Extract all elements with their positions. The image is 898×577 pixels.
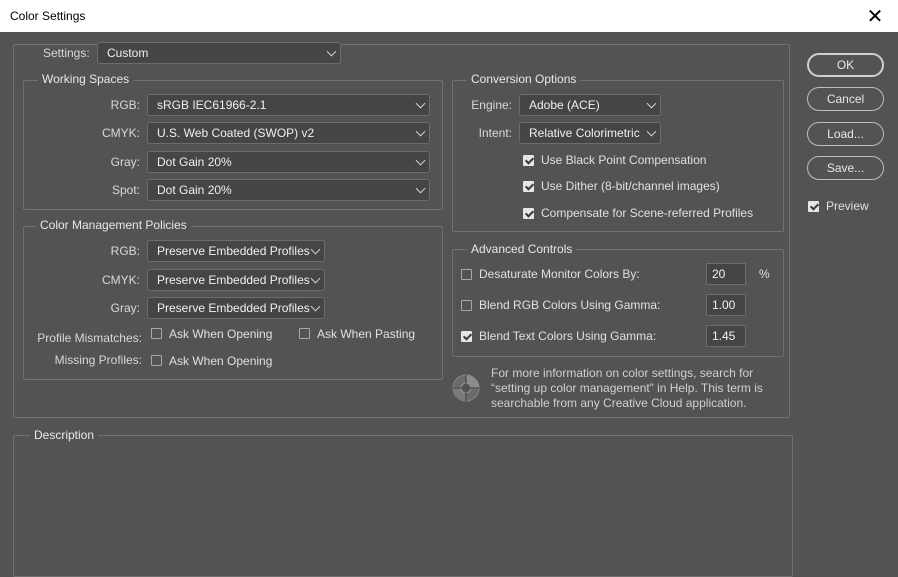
ws-spot-label: Spot: — [111, 183, 140, 197]
desaturate-unit: % — [759, 267, 770, 281]
missing-opening-checkbox[interactable] — [151, 355, 162, 366]
window-title: Color Settings — [10, 9, 86, 23]
chevron-down-icon — [415, 98, 426, 109]
load-button[interactable]: Load... — [807, 122, 884, 146]
desaturate-input[interactable]: 20 — [706, 263, 746, 285]
missing-profiles-label: Missing Profiles: — [54, 353, 142, 367]
missing-opening-label: Ask When Opening — [169, 354, 273, 368]
desaturate-label: Desaturate Monitor Colors By: — [479, 267, 640, 281]
pol-gray-label: Gray: — [110, 301, 140, 315]
save-button[interactable]: Save... — [807, 156, 884, 180]
black-point-checkbox[interactable] — [523, 155, 534, 166]
pol-cmyk-dropdown[interactable]: Preserve Embedded Profiles — [147, 269, 325, 291]
description-title: Description — [30, 428, 99, 442]
color-wheel-icon — [451, 373, 481, 403]
chevron-down-icon — [310, 273, 321, 284]
chevron-down-icon — [646, 98, 657, 109]
chevron-down-icon — [415, 126, 426, 137]
mismatch-opening-label: Ask When Opening — [169, 327, 273, 341]
preview-checkbox[interactable] — [808, 201, 819, 212]
ws-rgb-label: RGB: — [110, 98, 140, 112]
blend-rgb-input[interactable]: 1.00 — [706, 294, 746, 316]
ws-spot-dropdown[interactable]: Dot Gain 20% — [147, 179, 430, 201]
advanced-title: Advanced Controls — [467, 242, 577, 256]
ws-cmyk-dropdown[interactable]: U.S. Web Coated (SWOP) v2 — [147, 122, 430, 144]
dither-label: Use Dither (8-bit/channel images) — [541, 179, 720, 193]
close-icon[interactable]: ✕ — [852, 0, 898, 32]
pol-gray-dropdown[interactable]: Preserve Embedded Profiles — [147, 297, 325, 319]
dither-checkbox[interactable] — [523, 181, 534, 192]
preview-label: Preview — [826, 199, 869, 213]
mismatch-opening-checkbox[interactable] — [151, 328, 162, 339]
ok-button[interactable]: OK — [807, 53, 884, 77]
chevron-down-icon — [415, 155, 426, 166]
policies-title: Color Management Policies — [36, 218, 191, 232]
pol-rgb-label: RGB: — [110, 244, 140, 258]
mismatch-pasting-checkbox[interactable] — [299, 328, 310, 339]
blend-text-input[interactable]: 1.45 — [706, 325, 746, 347]
chevron-down-icon — [646, 126, 657, 137]
chevron-down-icon — [310, 244, 321, 255]
intent-label: Intent: — [478, 126, 512, 140]
cancel-button[interactable]: Cancel — [807, 87, 884, 111]
engine-dropdown[interactable]: Adobe (ACE) — [519, 94, 661, 116]
blend-rgb-label: Blend RGB Colors Using Gamma: — [479, 298, 661, 312]
desaturate-checkbox[interactable] — [461, 269, 472, 280]
settings-label: Settings: — [43, 46, 90, 60]
pol-cmyk-label: CMYK: — [101, 273, 140, 287]
pol-rgb-dropdown[interactable]: Preserve Embedded Profiles — [147, 240, 325, 262]
info-text: For more information on color settings, … — [491, 366, 763, 410]
scene-referred-label: Compensate for Scene-referred Profiles — [541, 206, 754, 220]
ws-gray-label: Gray: — [110, 155, 140, 169]
scene-referred-checkbox[interactable] — [523, 208, 534, 219]
chevron-down-icon — [415, 183, 426, 194]
engine-label: Engine: — [471, 98, 512, 112]
chevron-down-icon — [310, 301, 321, 312]
chevron-down-icon — [326, 46, 337, 57]
black-point-label: Use Black Point Compensation — [541, 153, 707, 167]
working-spaces-title: Working Spaces — [38, 72, 134, 86]
profile-mismatches-label: Profile Mismatches: — [37, 331, 142, 345]
ws-gray-dropdown[interactable]: Dot Gain 20% — [147, 151, 430, 173]
conversion-title: Conversion Options — [467, 72, 581, 86]
description-group — [13, 435, 793, 577]
blend-rgb-checkbox[interactable] — [461, 300, 472, 311]
title-bar: Color Settings ✕ — [0, 0, 898, 32]
intent-dropdown[interactable]: Relative Colorimetric — [519, 122, 661, 144]
settings-dropdown[interactable]: Custom — [97, 42, 341, 64]
ws-cmyk-label: CMYK: — [101, 126, 140, 140]
blend-text-label: Blend Text Colors Using Gamma: — [479, 329, 657, 343]
blend-text-checkbox[interactable] — [461, 331, 472, 342]
ws-rgb-dropdown[interactable]: sRGB IEC61966-2.1 — [147, 94, 430, 116]
mismatch-pasting-label: Ask When Pasting — [317, 327, 416, 341]
